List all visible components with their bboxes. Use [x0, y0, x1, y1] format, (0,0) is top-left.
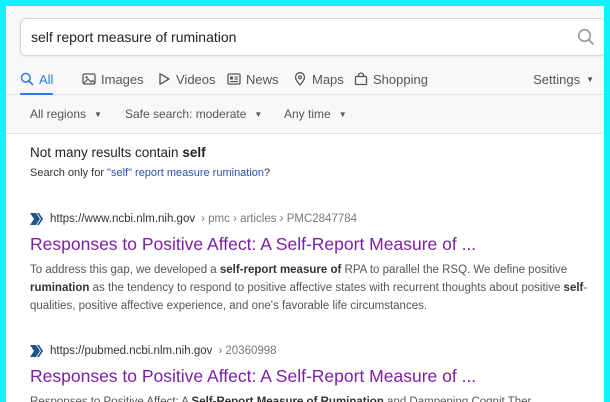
- search-result: https://www.ncbi.nlm.nih.gov › pmc › art…: [30, 211, 596, 315]
- search-only-link[interactable]: "self" report measure rumination: [107, 167, 264, 179]
- ncbi-favicon-icon: [30, 345, 44, 357]
- search-result: https://pubmed.ncbi.nlm.nih.gov › 203609…: [30, 343, 596, 402]
- result-title-link[interactable]: Responses to Positive Affect: A Self-Rep…: [30, 233, 596, 255]
- search-input[interactable]: [31, 19, 551, 55]
- shopping-bag-icon: [354, 72, 368, 86]
- settings-menu[interactable]: Settings ▼: [533, 64, 594, 94]
- time-filter[interactable]: Any time ▼: [284, 95, 347, 133]
- search-tabs: All Images Videos News Maps Shopping Set…: [6, 64, 604, 95]
- result-snippet: Responses to Positive Affect: A Self-Rep…: [30, 393, 596, 402]
- snippet-highlight: Self-Report Measure of Rumination: [191, 396, 384, 402]
- play-icon: [157, 72, 171, 86]
- search-box: [20, 18, 604, 56]
- region-filter[interactable]: All regions ▼: [30, 95, 102, 133]
- tab-shopping[interactable]: Shopping: [354, 64, 428, 94]
- search-icon: [20, 72, 34, 86]
- search-filters: All regions ▼ Safe search: moderate ▼ An…: [6, 95, 604, 134]
- safe-search-filter[interactable]: Safe search: moderate ▼: [125, 95, 262, 133]
- snippet-highlight: self-report measure of: [219, 264, 342, 276]
- map-pin-icon: [293, 72, 307, 86]
- ncbi-favicon-icon: [30, 213, 44, 225]
- tab-videos[interactable]: Videos: [157, 64, 216, 94]
- tab-images[interactable]: Images: [82, 64, 144, 94]
- snippet-highlight: self: [563, 282, 584, 294]
- tab-label: Videos: [176, 71, 216, 87]
- search-button[interactable]: [575, 26, 597, 48]
- settings-label: Settings: [533, 71, 581, 87]
- tab-label: All: [39, 71, 54, 87]
- tab-maps[interactable]: Maps: [293, 64, 344, 94]
- tab-label: News: [246, 71, 279, 87]
- snippet-text: and Dampening Cognit Ther: [383, 396, 532, 402]
- caret-down-icon: ▼: [94, 109, 102, 119]
- caret-down-icon: ▼: [338, 109, 347, 119]
- tab-news[interactable]: News: [227, 64, 279, 94]
- result-url[interactable]: https://www.ncbi.nlm.nih.gov › pmc › art…: [30, 211, 596, 227]
- snippet-text: To address this gap, we developed a: [30, 264, 220, 276]
- notice-term: self: [182, 145, 206, 160]
- snippet-text: RPA to parallel the RSQ. We define posit…: [341, 264, 568, 276]
- caret-down-icon: ▼: [586, 74, 594, 84]
- search-icon: [577, 28, 594, 45]
- browser-frame: All Images Videos News: [0, 0, 604, 402]
- tab-label: Maps: [312, 71, 344, 87]
- news-icon: [227, 72, 241, 86]
- search-header: All Images Videos News: [6, 6, 604, 134]
- caret-down-icon: ▼: [254, 109, 263, 119]
- snippet-text: as the tendency to respond to positive a…: [89, 282, 564, 294]
- few-results-notice: Not many results contain self: [30, 145, 206, 160]
- tab-label: Images: [101, 71, 144, 87]
- snippet-highlight: rumination: [30, 282, 90, 294]
- image-icon: [82, 72, 96, 86]
- region-filter-label: All regions: [30, 107, 87, 121]
- tab-label: Shopping: [373, 71, 428, 87]
- time-filter-label: Any time: [284, 107, 331, 121]
- result-snippet: To address this gap, we developed a self…: [30, 261, 596, 315]
- result-title-link[interactable]: Responses to Positive Affect: A Self-Rep…: [30, 365, 596, 387]
- tab-all[interactable]: All: [20, 64, 54, 95]
- safe-search-label: Safe search: moderate: [125, 107, 247, 121]
- search-only-suggestion: Search only for "self" report measure ru…: [30, 167, 271, 179]
- result-url[interactable]: https://pubmed.ncbi.nlm.nih.gov › 203609…: [30, 343, 596, 359]
- snippet-text: Responses to Positive Affect: A: [30, 396, 192, 402]
